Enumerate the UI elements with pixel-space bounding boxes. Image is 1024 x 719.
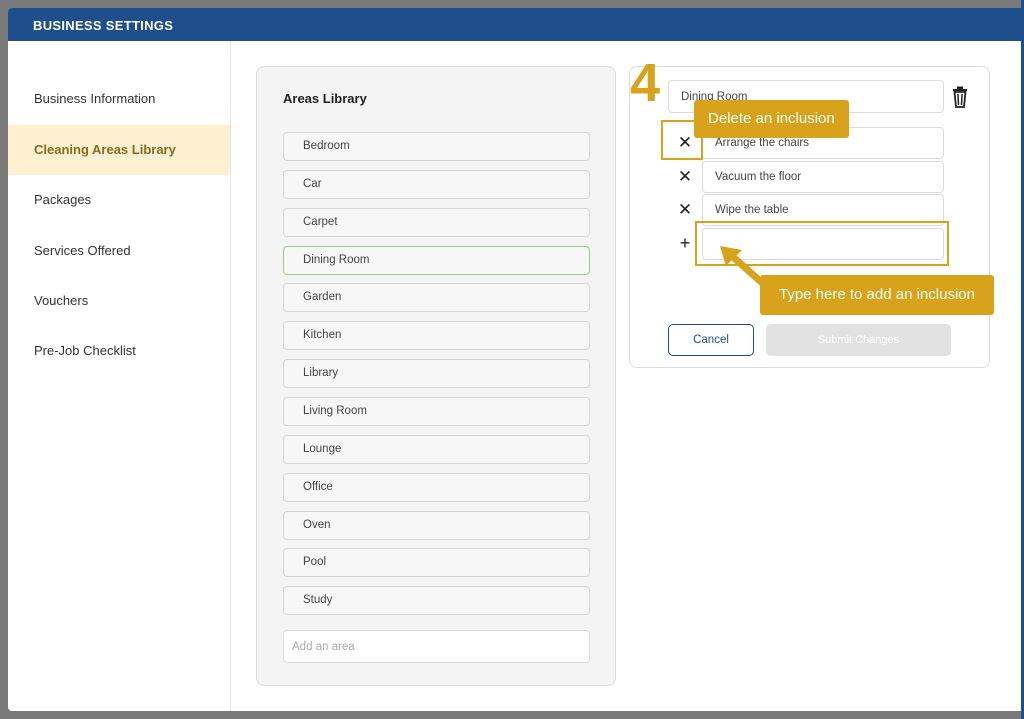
plus-icon[interactable]: + [676, 233, 694, 253]
inclusion-input-2[interactable] [702, 161, 944, 193]
area-item-lounge[interactable]: Lounge [283, 435, 590, 464]
area-item-pool[interactable]: Pool [283, 548, 590, 577]
settings-sidebar: Business Information Cleaning Areas Libr… [8, 41, 231, 711]
area-item-living-room[interactable]: Living Room [283, 397, 590, 426]
areas-library-title: Areas Library [283, 91, 367, 106]
tutorial-step-number: 4 [630, 53, 661, 113]
trash-icon[interactable] [951, 86, 969, 108]
area-item-study[interactable]: Study [283, 586, 590, 615]
cancel-button[interactable]: Cancel [668, 324, 754, 356]
remove-inclusion-close-icon[interactable]: ✕ [674, 199, 696, 221]
areas-library-panel: Areas Library Bedroom Car Carpet Dining … [256, 66, 616, 686]
area-item-library[interactable]: Library [283, 359, 590, 388]
business-settings-modal: BUSINESS SETTINGS Business Information C… [8, 8, 1024, 711]
area-item-bedroom[interactable]: Bedroom [283, 132, 590, 161]
submit-changes-button[interactable]: Submit Changes [766, 324, 951, 356]
area-item-oven[interactable]: Oven [283, 511, 590, 540]
sidebar-item-services-offered[interactable]: Services Offered [8, 226, 230, 276]
area-item-garden[interactable]: Garden [283, 283, 590, 312]
sidebar-item-business-information[interactable]: Business Information [8, 74, 230, 124]
sidebar-item-packages[interactable]: Packages [8, 175, 230, 225]
area-item-carpet[interactable]: Carpet [283, 208, 590, 237]
area-item-kitchen[interactable]: Kitchen [283, 321, 590, 350]
tooltip-delete-inclusion: Delete an inclusion [694, 100, 849, 138]
remove-inclusion-close-icon[interactable]: ✕ [674, 166, 696, 188]
area-item-car[interactable]: Car [283, 170, 590, 199]
modal-title: BUSINESS SETTINGS [33, 18, 174, 33]
area-item-office[interactable]: Office [283, 473, 590, 502]
tooltip-add-inclusion: Type here to add an inclusion [760, 275, 994, 315]
area-item-dining-room[interactable]: Dining Room [283, 246, 590, 275]
sidebar-item-pre-job-checklist[interactable]: Pre-Job Checklist [8, 326, 230, 376]
add-area-input[interactable] [283, 630, 590, 663]
sidebar-item-cleaning-areas-library[interactable]: Cleaning Areas Library [8, 125, 230, 175]
tutorial-arrow-icon [720, 246, 773, 293]
modal-header: BUSINESS SETTINGS [8, 8, 1024, 41]
sidebar-item-vouchers[interactable]: Vouchers [8, 276, 230, 326]
